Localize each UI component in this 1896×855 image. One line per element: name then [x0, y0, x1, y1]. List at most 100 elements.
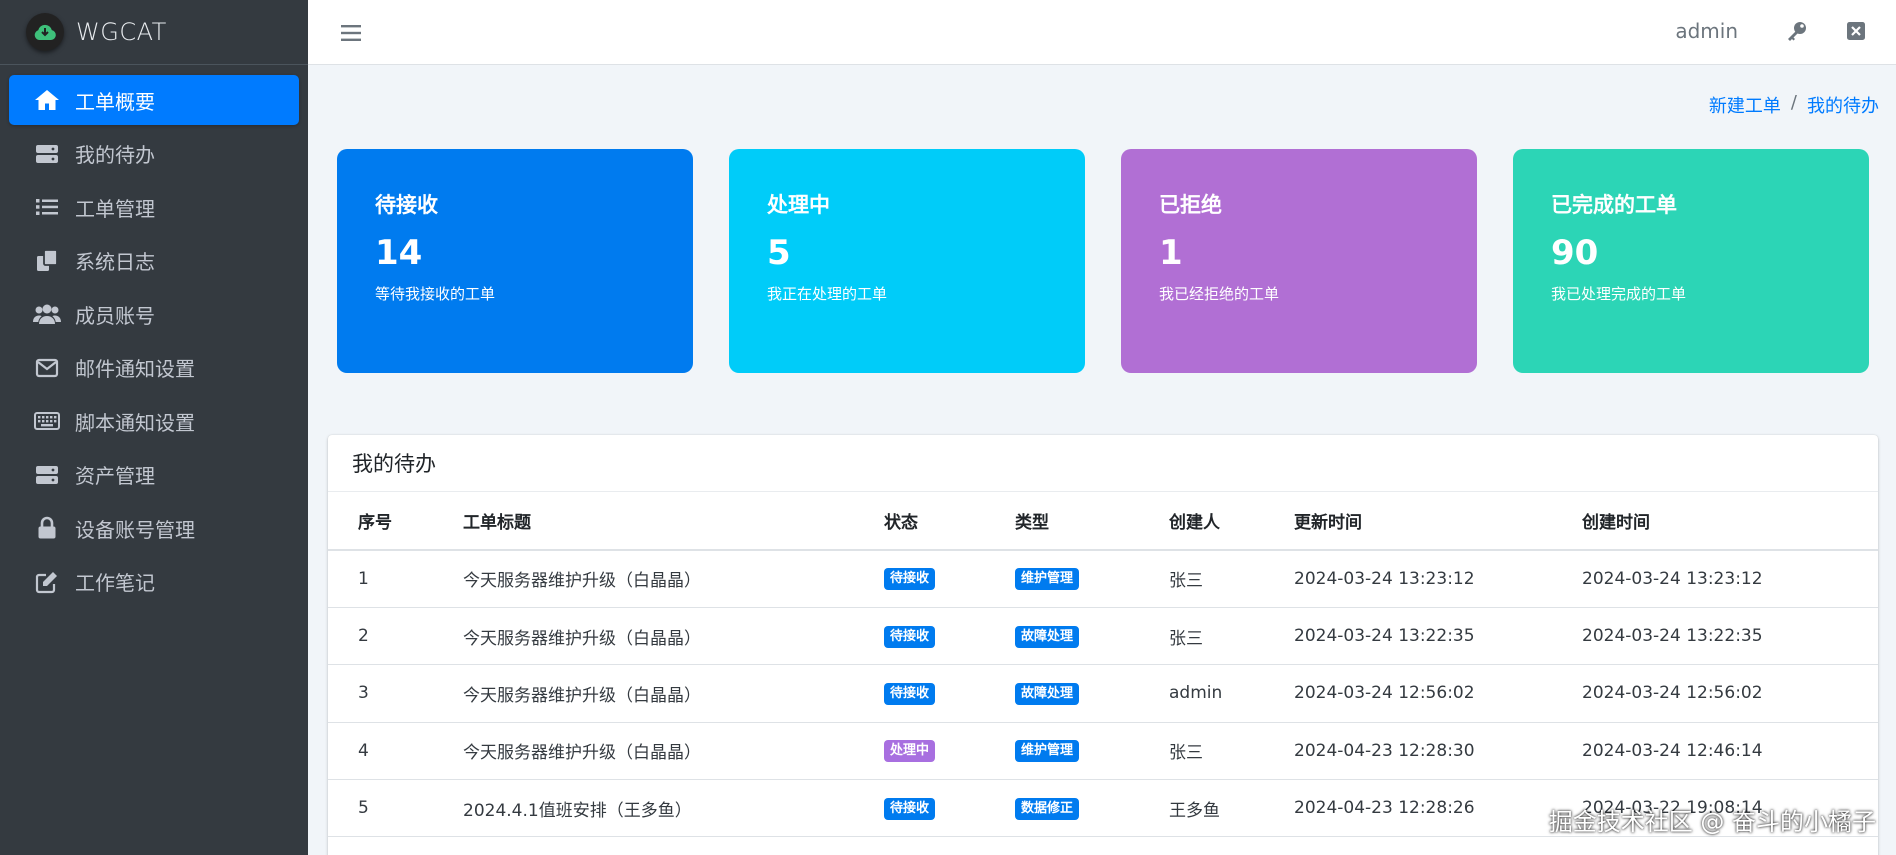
type-badge: 数据修正: [1015, 797, 1080, 820]
cell-status: 待接收: [884, 664, 1015, 723]
col-status[interactable]: 状态: [884, 492, 1015, 551]
col-type[interactable]: 类型: [1015, 492, 1169, 551]
col-created[interactable]: 创建时间: [1582, 492, 1878, 551]
cell-created: 2024-03-24 13:23:12: [1582, 550, 1878, 608]
menu-toggle-icon[interactable]: [338, 20, 364, 46]
sidebar-item-label: 设备账号管理: [75, 517, 195, 542]
edit-icon: [33, 568, 61, 596]
brand-name: WGCAT: [76, 18, 167, 46]
breadcrumb-my-todo[interactable]: 我的待办: [1807, 92, 1879, 118]
sidebar-item[interactable]: 我的待办: [9, 129, 299, 179]
user-name[interactable]: admin: [1675, 19, 1738, 43]
lock-icon: [33, 514, 61, 542]
envelope-icon: [33, 354, 61, 382]
sidebar-item[interactable]: 工作笔记: [9, 557, 299, 607]
card-desc: 等待我接收的工单: [375, 285, 496, 303]
card-value: 90: [1551, 233, 1599, 273]
cell-updated: 2024-03-24 13:22:35: [1294, 607, 1582, 666]
todo-title: 我的待办: [328, 435, 1878, 492]
card-desc: 我已经拒绝的工单: [1159, 285, 1280, 303]
col-title[interactable]: 工单标题: [463, 492, 884, 551]
cell-created: 2024-03-24 12:56:02: [1582, 664, 1878, 723]
card-processing[interactable]: 处理中 5 我正在处理的工单: [729, 149, 1085, 373]
home-icon: [33, 86, 61, 114]
sidebar: WGCAT 工单概要我的待办工单管理系统日志成员账号邮件通知设置脚本通知设置资产…: [0, 0, 308, 855]
server-icon: [33, 461, 61, 489]
status-badge: 处理中: [884, 740, 936, 763]
users-icon: [33, 300, 61, 328]
breadcrumb-new-ticket[interactable]: 新建工单: [1709, 92, 1781, 118]
type-badge: 维护管理: [1015, 568, 1080, 591]
cloud-icon: [26, 13, 64, 51]
sidebar-nav: 工单概要我的待办工单管理系统日志成员账号邮件通知设置脚本通知设置资产管理设备账号…: [0, 65, 308, 607]
card-value: 1: [1159, 233, 1183, 273]
cell-creator: 王多鱼: [1169, 779, 1294, 838]
copy-icon: [33, 247, 61, 275]
cell-creator: admin: [1169, 664, 1294, 723]
sidebar-item-label: 脚本通知设置: [75, 410, 195, 435]
card-desc: 我已处理完成的工单: [1551, 285, 1687, 303]
cell-title[interactable]: 今天服务器维护升级（白晶晶）: [463, 550, 884, 608]
cell-created: 2024-03-24 13:22:35: [1582, 607, 1878, 666]
cell-type: 故障处理: [1015, 664, 1169, 723]
todo-card: 我的待办 序号 工单标题 状态 类型 创建人 更新时间 创建时间 1 今天服务器维…: [328, 435, 1878, 855]
close-icon[interactable]: [1843, 18, 1869, 44]
sidebar-item[interactable]: 脚本通知设置: [9, 396, 299, 446]
watermark: 掘金技术社区 @ 奋斗的小橘子: [1548, 808, 1876, 836]
sidebar-item-label: 成员账号: [75, 303, 155, 328]
status-badge: 待接收: [884, 625, 936, 648]
cell-title[interactable]: 2024.4.1值班安排（王多鱼）: [463, 779, 884, 838]
sidebar-item-label: 我的待办: [75, 143, 155, 167]
cell-creator: 张三: [1169, 550, 1294, 608]
cell-created: 2024-03-24 12:46:14: [1582, 722, 1878, 781]
sidebar-item-label: 系统日志: [75, 250, 155, 274]
card-value: 14: [375, 233, 423, 273]
table-row[interactable]: 2 今天服务器维护升级（白晶晶） 待接收 故障处理 张三 2024-03-24 13:22…: [328, 607, 1878, 666]
cell-type: 维护管理: [1015, 722, 1169, 781]
cell-title[interactable]: 今天服务器维护升级（白晶晶）: [463, 722, 884, 781]
sidebar-item-label: 工单管理: [75, 196, 155, 221]
cell-title[interactable]: 今天服务器维护升级（白晶晶）: [463, 664, 884, 723]
cell-updated: 2024-04-23 12:28:26: [1294, 779, 1582, 838]
cell-title[interactable]: 今天服务器维护升级（白晶晶）: [463, 607, 884, 666]
table-row[interactable]: 1 今天服务器维护升级（白晶晶） 待接收 维护管理 张三 2024-03-24 13:23…: [328, 550, 1878, 608]
cell-updated: 2024-04-23 12:28:30: [1294, 722, 1582, 781]
sidebar-item[interactable]: 工单概要: [9, 75, 299, 125]
col-creator[interactable]: 创建人: [1169, 492, 1294, 551]
breadcrumb-separator: /: [1790, 92, 1797, 113]
sidebar-item[interactable]: 设备账号管理: [9, 503, 299, 553]
sidebar-item[interactable]: 邮件通知设置: [9, 343, 299, 393]
list-icon: [33, 193, 61, 221]
keyboard-icon: [33, 407, 61, 435]
sidebar-item-label: 工作笔记: [75, 571, 155, 595]
key-icon[interactable]: [1784, 18, 1810, 44]
table-row[interactable]: 3 今天服务器维护升级（白晶晶） 待接收 故障处理 admin 2024-03-24 12…: [328, 664, 1878, 723]
card-title: 已拒绝: [1159, 193, 1222, 217]
type-badge: 故障处理: [1015, 682, 1080, 705]
sidebar-item[interactable]: 工单管理: [9, 182, 299, 232]
cell-creator: 张三: [1169, 722, 1294, 781]
table-row[interactable]: 4 今天服务器维护升级（白晶晶） 处理中 维护管理 张三 2024-04-23 12:28…: [328, 722, 1878, 781]
card-pending[interactable]: 待接收 14 等待我接收的工单: [337, 149, 693, 373]
brand[interactable]: WGCAT: [0, 0, 308, 65]
cell-no: 5: [328, 779, 463, 838]
card-title: 已完成的工单: [1551, 193, 1677, 217]
cell-creator: 张三: [1169, 607, 1294, 666]
sidebar-item[interactable]: 资产管理: [9, 450, 299, 500]
table-body: 1 今天服务器维护升级（白晶晶） 待接收 维护管理 张三 2024-03-24 13:23…: [328, 550, 1878, 838]
cell-status: 待接收: [884, 779, 1015, 838]
cell-type: 数据修正: [1015, 779, 1169, 838]
cell-no: 4: [328, 722, 463, 781]
sidebar-item[interactable]: 成员账号: [9, 289, 299, 339]
col-updated[interactable]: 更新时间: [1294, 492, 1582, 551]
cell-no: 3: [328, 664, 463, 723]
card-rejected[interactable]: 已拒绝 1 我已经拒绝的工单: [1121, 149, 1477, 373]
cell-no: 1: [328, 550, 463, 608]
col-no[interactable]: 序号: [328, 492, 463, 551]
table-header-row: 序号 工单标题 状态 类型 创建人 更新时间 创建时间: [328, 492, 1878, 551]
sidebar-item[interactable]: 系统日志: [9, 236, 299, 286]
card-completed[interactable]: 已完成的工单 90 我已处理完成的工单: [1513, 149, 1869, 373]
cell-status: 待接收: [884, 607, 1015, 666]
cell-no: 2: [328, 607, 463, 666]
breadcrumb: 新建工单 / 我的待办: [1709, 92, 1879, 118]
